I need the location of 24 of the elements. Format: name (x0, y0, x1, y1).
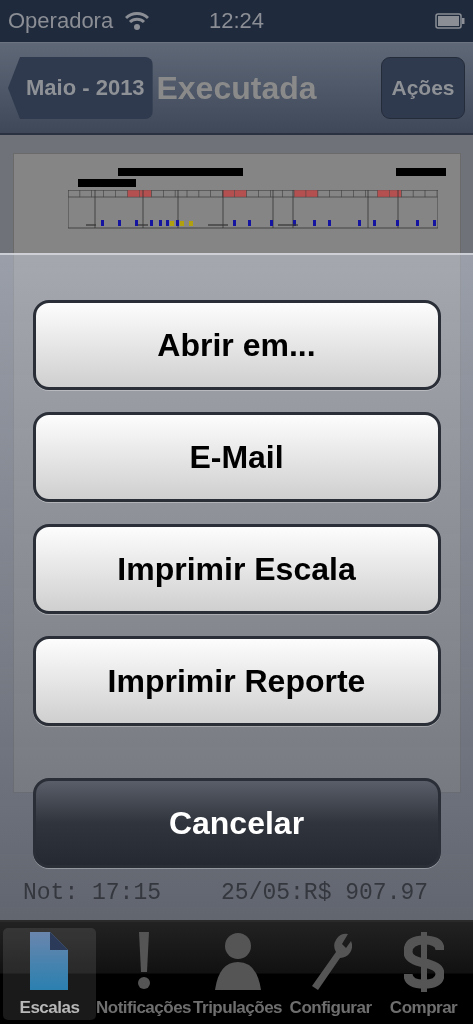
action-button[interactable]: Abrir em... (32, 300, 441, 390)
tab-item[interactable]: Configurar (284, 928, 378, 1020)
battery-icon (435, 13, 465, 29)
action-button[interactable]: Imprimir Reporte (32, 636, 441, 726)
cancel-button[interactable]: Cancelar (32, 778, 441, 868)
clock-time: 12:24 (208, 8, 265, 34)
back-button[interactable]: Maio - 2013 (8, 57, 153, 119)
tab-item[interactable]: Comprar (377, 928, 471, 1020)
actions-button[interactable]: Ações (381, 57, 465, 119)
tab-item[interactable]: Tripulações (191, 928, 285, 1020)
wifi-icon (125, 12, 150, 30)
dollar-icon (403, 932, 444, 992)
exclamation-icon (136, 932, 151, 990)
document-icon (30, 932, 69, 990)
action-button[interactable]: E-Mail (32, 412, 441, 502)
action-button[interactable]: Imprimir Escala (32, 524, 441, 614)
tab-item[interactable]: Escalas (3, 928, 96, 1020)
redaction-bar (396, 168, 446, 176)
wrench-icon (309, 932, 352, 990)
tab-item[interactable]: Notificações (96, 928, 192, 1020)
carrier-name: Operadora (8, 8, 114, 34)
nav-title: Executada (156, 69, 317, 107)
redaction-bar (78, 179, 136, 187)
person-icon (214, 932, 261, 990)
